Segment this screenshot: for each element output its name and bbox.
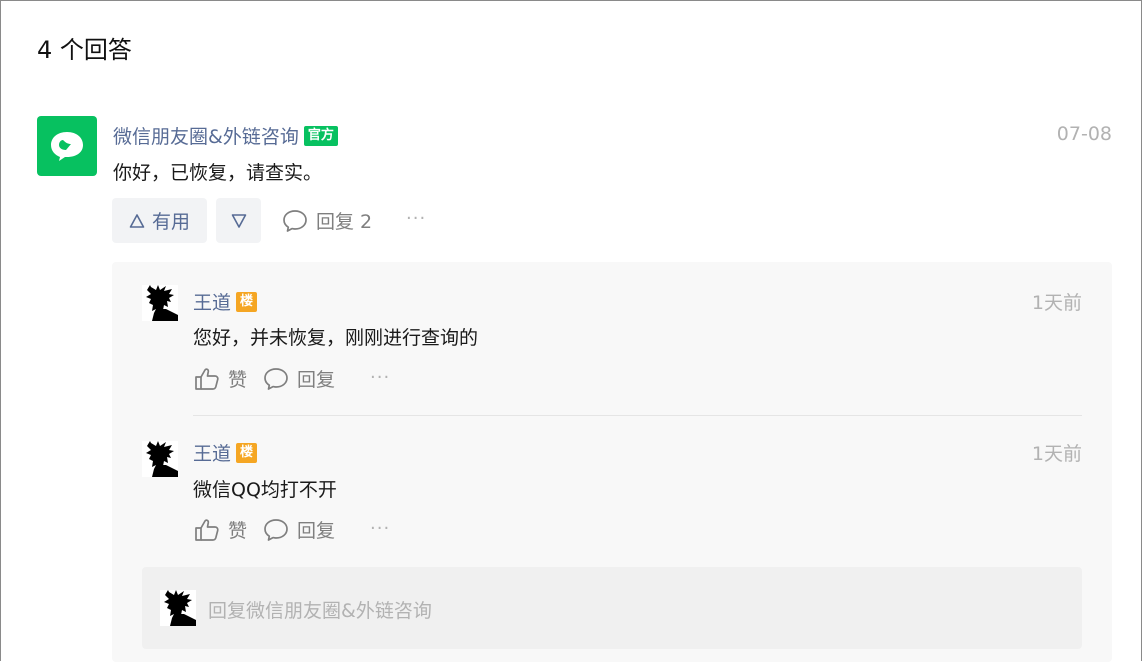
answer-reply-button[interactable]: 回复 2 — [282, 207, 372, 234]
answers-count-heading: 4 个回答 — [37, 36, 132, 64]
comment-like-label: 赞 — [228, 369, 248, 391]
comment-author-name[interactable]: 王道 — [193, 439, 231, 466]
comment-author[interactable]: 王道 楼 — [193, 288, 258, 315]
comment-reply-button[interactable]: 回复 — [263, 516, 335, 543]
current-user-avatar — [160, 590, 196, 626]
comment-date: 1天前 — [1031, 292, 1082, 314]
comment-content: 您好，并未恢复，刚刚进行查询的 — [193, 327, 479, 349]
triangle-up-icon — [129, 213, 145, 228]
useful-label: 有用 — [151, 211, 190, 233]
comment-like-button[interactable]: 赞 — [194, 516, 247, 543]
answer-content: 你好，已恢复，请查实。 — [113, 162, 323, 184]
triangle-down-icon — [231, 213, 246, 228]
avatar-silhouette-icon — [146, 285, 178, 321]
comment-divider — [193, 415, 1082, 416]
comment-reply-label: 回复 — [297, 520, 336, 542]
comment-more-button[interactable]: ··· — [370, 518, 390, 539]
commenter-avatar[interactable] — [142, 285, 178, 321]
comment-date: 1天前 — [1031, 443, 1082, 465]
comment-bubble-icon — [283, 209, 307, 232]
thumbs-up-icon — [195, 518, 219, 541]
comment-bubble-icon — [264, 367, 288, 390]
answer-author-name[interactable]: 微信朋友圈&外链咨询 — [113, 122, 299, 149]
comment-reply-button[interactable]: 回复 — [263, 365, 335, 392]
comment-reply-label: 回复 — [297, 369, 336, 391]
avatar-silhouette-icon — [146, 441, 178, 477]
answer-date: 07-08 — [1056, 123, 1112, 145]
not-useful-button[interactable] — [216, 198, 261, 243]
comment-like-button[interactable]: 赞 — [194, 365, 247, 392]
thumbs-up-icon — [195, 367, 219, 390]
floor-badge: 楼 — [236, 291, 258, 312]
answer-more-button[interactable]: ··· — [406, 208, 426, 229]
avatar-silhouette-icon — [164, 590, 196, 626]
comment-like-label: 赞 — [228, 520, 248, 542]
official-logo-icon[interactable] — [37, 116, 97, 176]
answer-author[interactable]: 微信朋友圈&外链咨询 官方 — [113, 122, 338, 149]
comment-author-name[interactable]: 王道 — [193, 288, 231, 315]
floor-badge: 楼 — [236, 442, 258, 463]
comment-bubble-icon — [264, 518, 288, 541]
useful-button[interactable]: 有用 — [112, 198, 207, 243]
comment-content: 微信QQ均打不开 — [193, 479, 337, 501]
comment-author[interactable]: 王道 楼 — [193, 439, 258, 466]
comment-more-button[interactable]: ··· — [370, 367, 390, 388]
official-badge: 官方 — [303, 125, 338, 146]
answer-reply-label: 回复 2 — [316, 211, 373, 233]
commenter-avatar[interactable] — [142, 441, 178, 477]
reply-input-placeholder[interactable]: 回复微信朋友圈&外链咨询 — [208, 596, 432, 623]
